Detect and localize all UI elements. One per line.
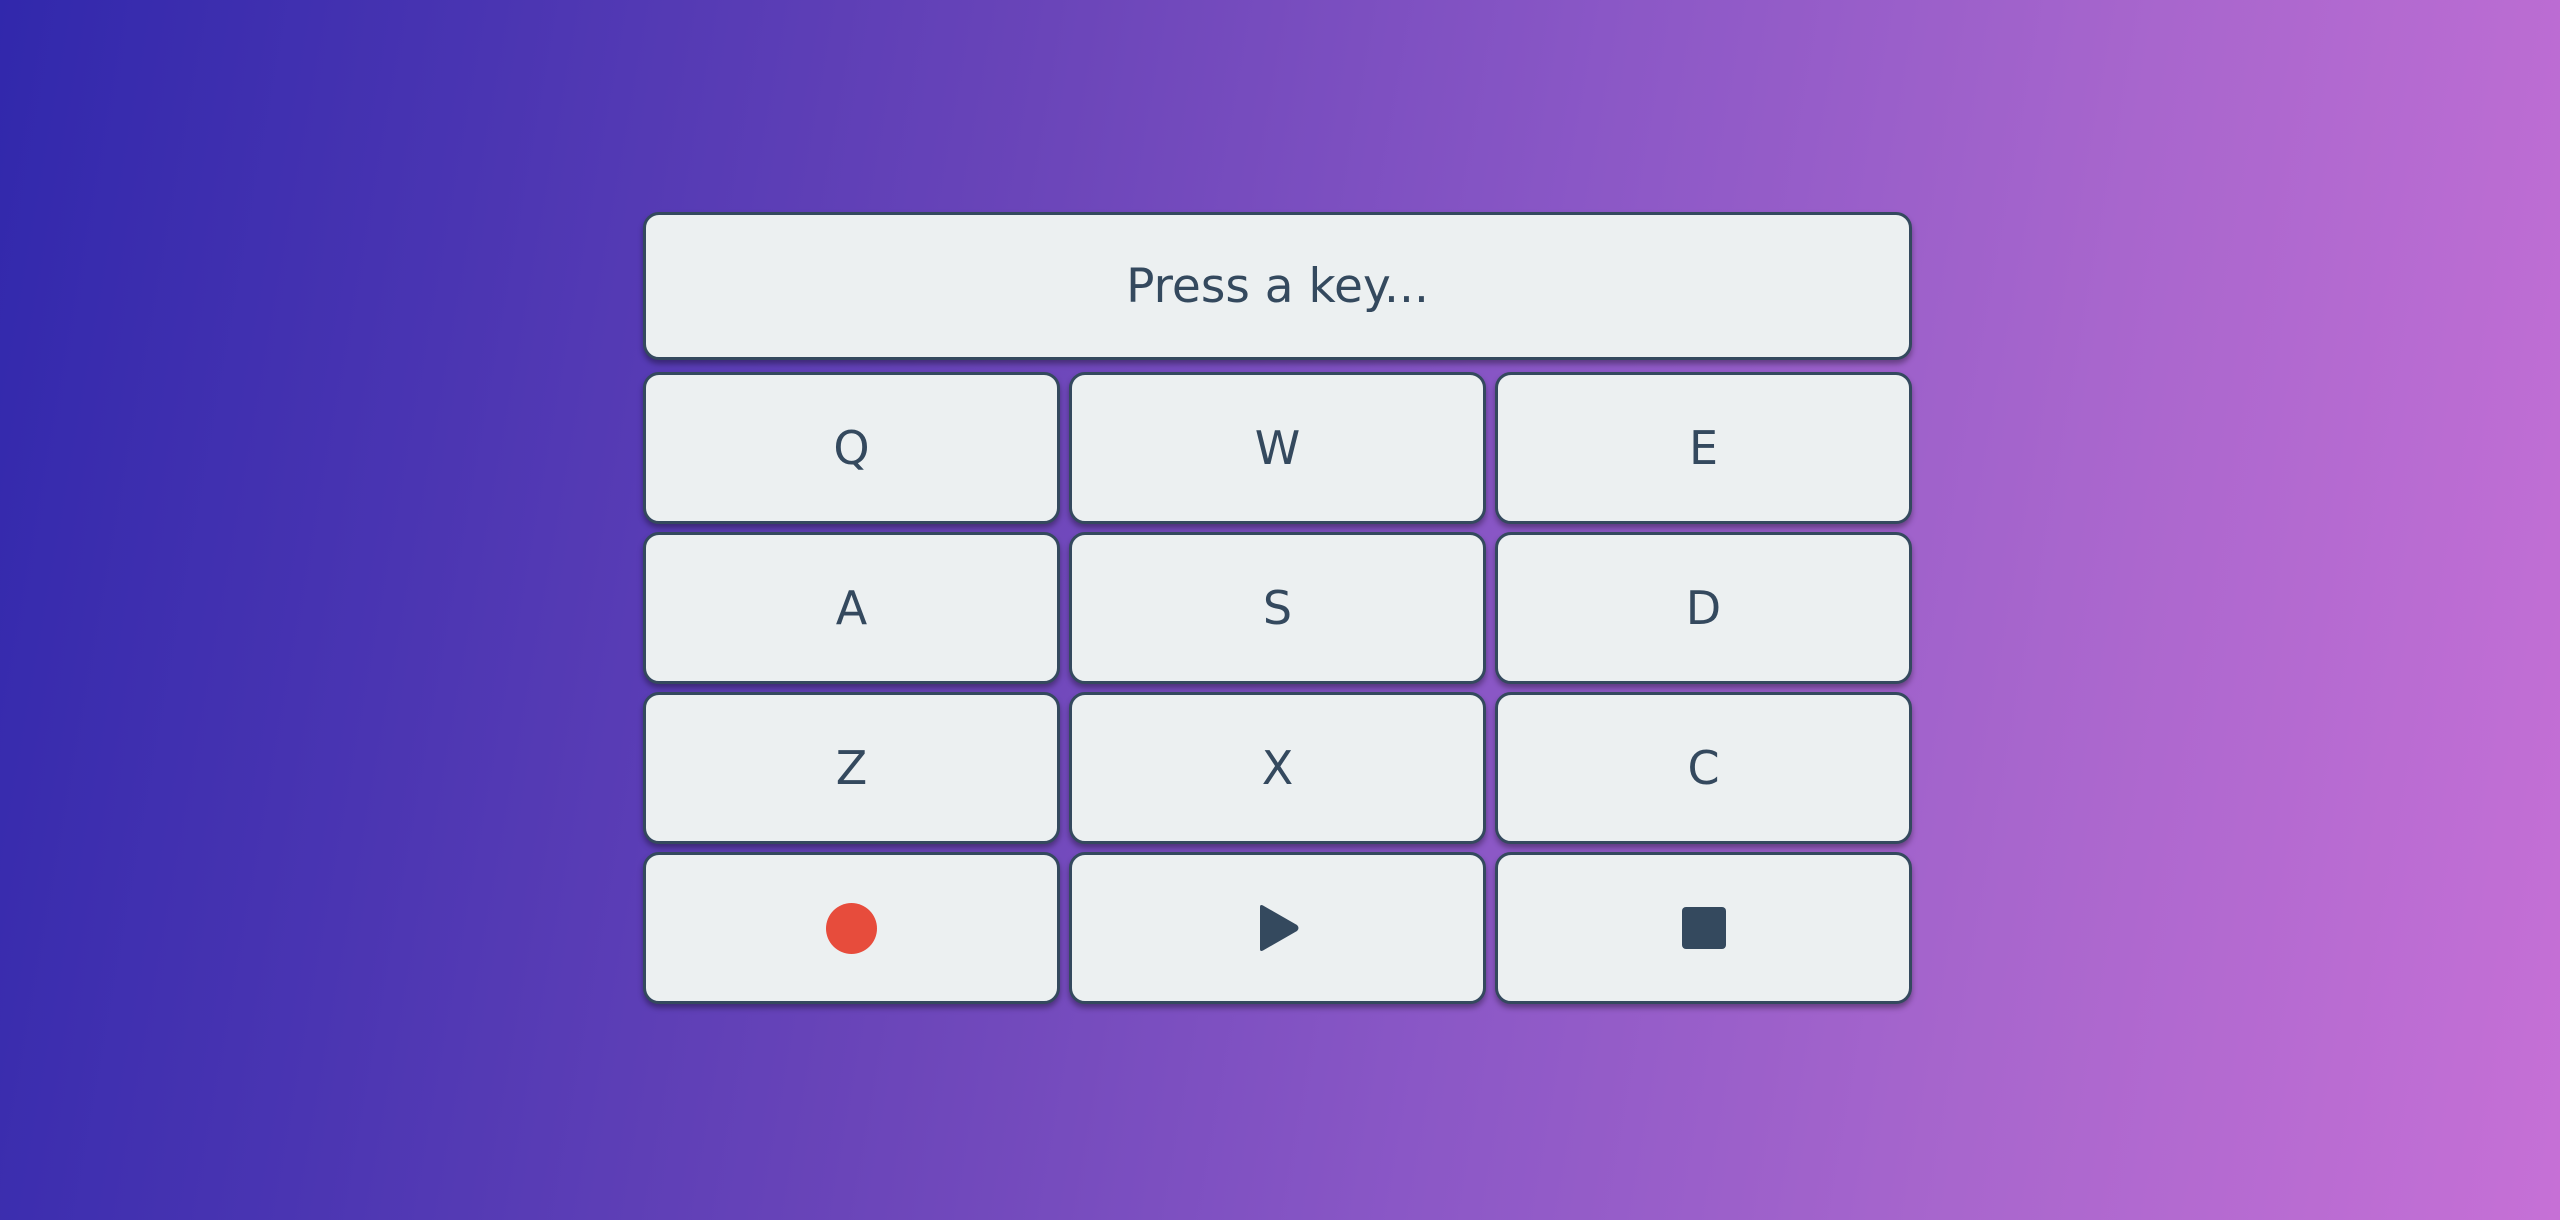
key-c[interactable]: C <box>1495 692 1912 844</box>
key-display: Press a key... <box>643 212 1912 360</box>
stop-icon <box>1681 907 1726 949</box>
key-x[interactable]: X <box>1069 692 1486 844</box>
key-label: W <box>1254 421 1301 475</box>
play-button[interactable] <box>1069 852 1486 1004</box>
stop-button[interactable] <box>1495 852 1912 1004</box>
key-label: D <box>1685 581 1722 635</box>
key-d[interactable]: D <box>1495 532 1912 684</box>
key-label: S <box>1262 581 1293 635</box>
key-q[interactable]: Q <box>643 372 1060 524</box>
key-label: A <box>835 581 868 635</box>
play-icon <box>1256 903 1300 953</box>
record-button[interactable] <box>643 852 1060 1004</box>
key-label: X <box>1261 741 1294 795</box>
record-icon <box>826 902 877 954</box>
key-label: Z <box>835 741 868 795</box>
key-label: Q <box>833 421 870 475</box>
key-z[interactable]: Z <box>643 692 1060 844</box>
key-e[interactable]: E <box>1495 372 1912 524</box>
key-s[interactable]: S <box>1069 532 1486 684</box>
key-label: E <box>1688 421 1719 475</box>
key-w[interactable]: W <box>1069 372 1486 524</box>
display-text: Press a key... <box>1126 258 1429 314</box>
key-a[interactable]: A <box>643 532 1060 684</box>
key-label: C <box>1687 741 1720 795</box>
